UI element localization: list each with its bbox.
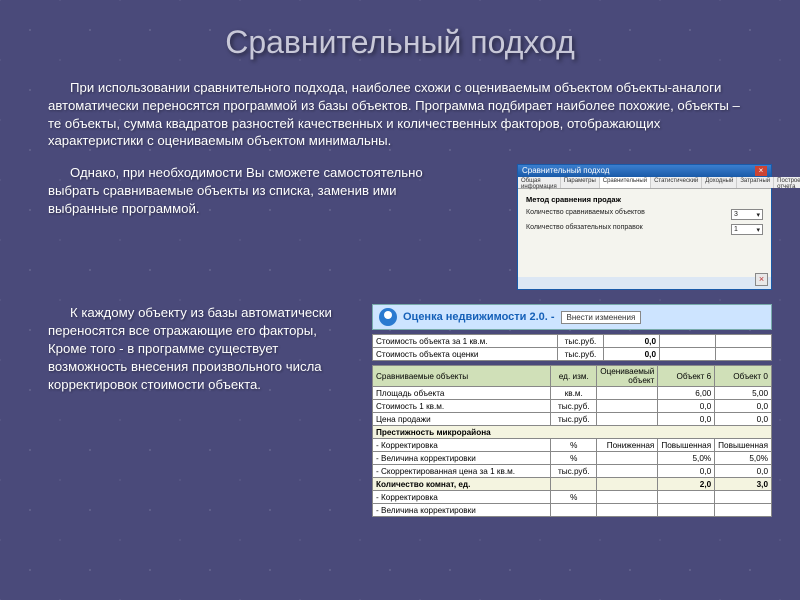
dialog-titlebar: Сравнительный подход × xyxy=(518,165,771,177)
corrections-count-label: Количество обязательных поправок xyxy=(526,224,643,235)
comparison-table: Сравниваемые объекты ед. изм. Оцениваемы… xyxy=(372,365,772,517)
close-icon[interactable]: × xyxy=(755,166,767,176)
corrections-count-input[interactable]: 1▾ xyxy=(731,224,763,235)
col-obj0: Объект 0 xyxy=(715,366,772,387)
dialog-tabs: Общая информация Параметры Сравнительный… xyxy=(518,177,771,189)
dialog-title: Сравнительный подход xyxy=(522,165,609,177)
table-row: Стоимость объекта за 1 кв.м.тыс.руб.0,0 xyxy=(373,335,772,348)
table-row: - Корректировка%ПониженнаяПовышеннаяПовы… xyxy=(373,439,772,452)
spinner-icon: ▾ xyxy=(756,226,760,234)
tab-cost[interactable]: Затратный xyxy=(737,177,774,188)
section-rooms: Количество комнат, ед.2,03,0 xyxy=(373,478,772,491)
section-prestige: Престижность микрорайона xyxy=(373,426,772,439)
tab-comparative[interactable]: Сравнительный xyxy=(600,177,651,188)
settings-dialog: Сравнительный подход × Общая информация … xyxy=(517,164,772,290)
compare-count-input[interactable]: 3▾ xyxy=(731,209,763,220)
status-close-icon[interactable]: × xyxy=(755,273,768,286)
col-objects: Сравниваемые объекты xyxy=(373,366,551,387)
col-obj6: Объект 6 xyxy=(658,366,715,387)
table-row: - Величина корректировки%5,0%5,0% xyxy=(373,452,772,465)
tab-params[interactable]: Параметры xyxy=(561,177,600,188)
slide-title: Сравнительный подход xyxy=(0,0,800,79)
tab-general[interactable]: Общая информация xyxy=(518,177,561,188)
apply-changes-button[interactable]: Внести изменения xyxy=(561,311,642,324)
table-row: - Скорректированная цена за 1 кв.м.тыс.р… xyxy=(373,465,772,478)
intro-paragraph: При использовании сравнительного подхода… xyxy=(0,79,800,164)
tab-report[interactable]: Построение отчета xyxy=(774,177,800,188)
tab-income[interactable]: Доходный xyxy=(702,177,737,188)
table-row: Цена продажитыс.руб.0,00,0 xyxy=(373,413,772,426)
app-header: Оценка недвижимости 2.0. - Внести измене… xyxy=(372,304,772,330)
summary-table: Стоимость объекта за 1 кв.м.тыс.руб.0,0 … xyxy=(372,334,772,361)
table-row: Площадь объектакв.м.6,005,00 xyxy=(373,387,772,400)
paragraph-2: Однако, при необходимости Вы сможете сам… xyxy=(48,164,458,217)
table-row: - Корректировка% xyxy=(373,491,772,504)
table-row: - Величина корректировки xyxy=(373,504,772,517)
app-title: Оценка недвижимости 2.0. - xyxy=(403,311,555,323)
avatar-icon xyxy=(379,308,397,326)
col-unit: ед. изм. xyxy=(551,366,597,387)
table-row: Стоимость объекта оценкитыс.руб.0,0 xyxy=(373,348,772,361)
paragraph-3: К каждому объекту из базы автоматически … xyxy=(48,304,348,393)
spinner-icon: ▾ xyxy=(756,211,760,219)
table-row: Стоимость 1 кв.м.тыс.руб.0,00,0 xyxy=(373,400,772,413)
compare-count-label: Количество сравниваемых объектов xyxy=(526,209,645,220)
tab-statistical[interactable]: Статистический xyxy=(651,177,702,188)
dialog-heading: Метод сравнения продаж xyxy=(526,195,763,204)
col-evaluated: Оцениваемый объект xyxy=(597,366,658,387)
